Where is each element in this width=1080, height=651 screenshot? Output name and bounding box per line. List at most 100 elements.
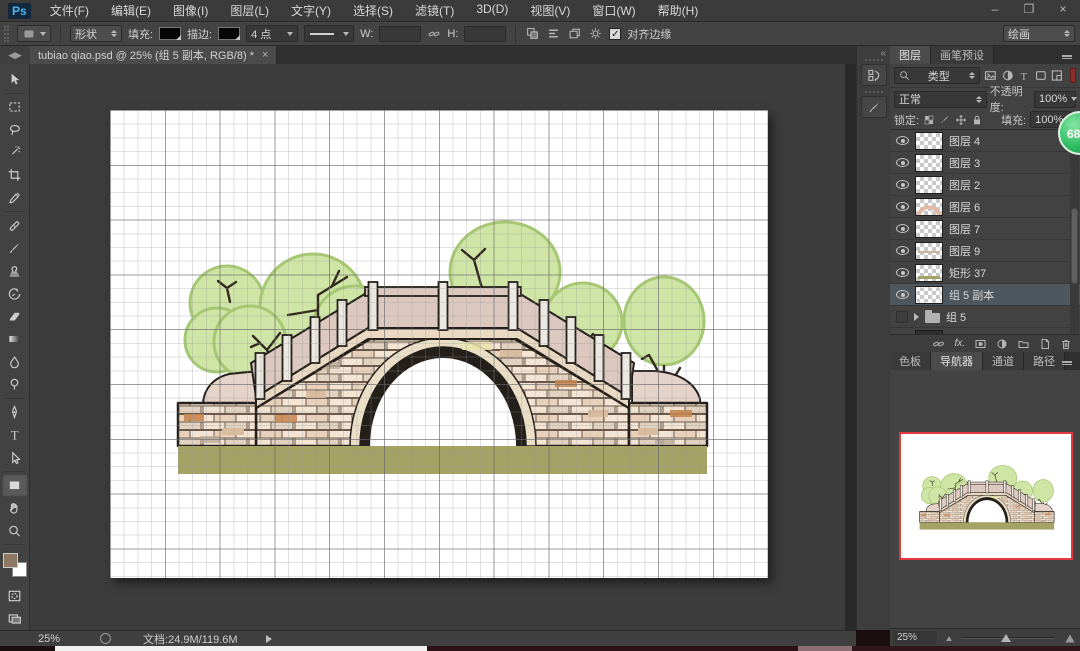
- lock-position-icon[interactable]: [955, 114, 967, 126]
- rectangle-tool[interactable]: [2, 474, 28, 497]
- layer-visibility-eye-icon[interactable]: [896, 136, 909, 145]
- layer-filter-type-select[interactable]: 类型: [894, 67, 980, 84]
- layer-row-2[interactable]: 图层 2: [890, 174, 1080, 196]
- blur-tool[interactable]: [2, 350, 28, 373]
- layer-visibility-eye-icon[interactable]: [896, 202, 909, 211]
- layer-thumbnail[interactable]: [915, 242, 943, 260]
- filter-shape-layers-icon[interactable]: [1034, 69, 1048, 82]
- slider-thumb[interactable]: [1001, 634, 1011, 642]
- eyedropper-tool[interactable]: [2, 187, 28, 210]
- layer-visibility-eye-icon[interactable]: [896, 158, 909, 167]
- stroke-width-select[interactable]: 4 点: [246, 25, 298, 42]
- minimize-button[interactable]: –: [984, 2, 1006, 16]
- tab-paths[interactable]: 路径: [1024, 352, 1065, 370]
- layer-row-4[interactable]: 图层 7: [890, 218, 1080, 240]
- brush-tool[interactable]: [2, 237, 28, 260]
- layer-mask-icon[interactable]: [974, 338, 987, 350]
- quick-mask-button[interactable]: [2, 585, 28, 608]
- history-brush-tool[interactable]: [2, 282, 28, 305]
- layer-visibility-eye-icon[interactable]: [896, 180, 909, 189]
- menu-item-10[interactable]: 帮助(H): [649, 0, 708, 21]
- lock-pixels-icon[interactable]: [939, 114, 951, 126]
- menu-item-8[interactable]: 视图(V): [521, 0, 579, 21]
- layer-thumbnail[interactable]: [915, 220, 943, 238]
- tab-navigator[interactable]: 导航器: [931, 352, 983, 370]
- tab-brush-presets[interactable]: 画笔预设: [931, 46, 994, 64]
- path-selection-tool[interactable]: [2, 446, 28, 469]
- screen-mode-button[interactable]: [2, 607, 28, 630]
- layer-style-icon[interactable]: fx.: [954, 338, 965, 349]
- layer-row-6[interactable]: 矩形 37: [890, 262, 1080, 284]
- path-arrangement-icon[interactable]: [567, 27, 582, 40]
- lock-all-icon[interactable]: [971, 114, 983, 126]
- lasso-tool[interactable]: [2, 118, 28, 141]
- tool-mode-select[interactable]: 形状: [70, 25, 122, 42]
- filter-toggle[interactable]: [1070, 68, 1076, 83]
- layer-row-8[interactable]: 组 5: [890, 306, 1080, 328]
- filter-adjustment-layers-icon[interactable]: [1001, 69, 1015, 82]
- layers-scrollbar[interactable]: [1070, 130, 1079, 334]
- align-edges-checkbox[interactable]: ✓: [609, 28, 621, 40]
- menu-item-3[interactable]: 图层(L): [221, 0, 278, 21]
- navigator-preview[interactable]: [899, 432, 1073, 560]
- filter-pixel-layers-icon[interactable]: [983, 69, 998, 82]
- tab-swatches[interactable]: 色板: [890, 352, 931, 370]
- layer-visibility-eye-icon[interactable]: [896, 290, 909, 299]
- menu-item-7[interactable]: 3D(D): [467, 0, 517, 21]
- layer-visibility-eye-icon[interactable]: [896, 268, 909, 277]
- panel-menu-icon[interactable]: [1062, 50, 1076, 62]
- menu-item-6[interactable]: 滤镜(T): [406, 0, 463, 21]
- menu-item-4[interactable]: 文字(Y): [282, 0, 340, 21]
- layer-visibility-eye-icon[interactable]: [896, 246, 909, 255]
- filter-smart-object-icon[interactable]: [1050, 69, 1064, 82]
- tool-preset-picker[interactable]: [17, 25, 51, 42]
- zoom-out-icon[interactable]: [946, 636, 952, 641]
- document-tab[interactable]: tubiao qiao.psd @ 25% (组 5 副本, RGB/8) * …: [30, 46, 277, 64]
- blend-mode-select[interactable]: 正常: [894, 91, 987, 108]
- new-group-icon[interactable]: [1017, 338, 1030, 350]
- gear-icon[interactable]: [588, 27, 603, 40]
- navigator-zoom-slider[interactable]: [943, 631, 1074, 645]
- options-grip[interactable]: [4, 26, 9, 42]
- type-tool[interactable]: T: [2, 424, 28, 447]
- filter-type-layers-icon[interactable]: T: [1018, 69, 1031, 82]
- stroke-color-swatch[interactable]: [218, 27, 240, 40]
- panel-menu-icon[interactable]: [1062, 356, 1076, 368]
- path-operations-icon[interactable]: [525, 27, 540, 40]
- marquee-tool[interactable]: [2, 96, 28, 119]
- delete-layer-icon[interactable]: [1060, 338, 1072, 350]
- magic-wand-tool[interactable]: [2, 141, 28, 164]
- menu-item-0[interactable]: 文件(F): [41, 0, 98, 21]
- navigator-zoom-field[interactable]: 25%: [893, 631, 937, 645]
- move-tool[interactable]: [2, 68, 28, 91]
- tab-layers[interactable]: 图层: [890, 46, 931, 64]
- layer-thumbnail[interactable]: [915, 176, 943, 194]
- foreground-color-swatch[interactable]: [3, 553, 18, 568]
- layer-thumbnail[interactable]: [915, 154, 943, 172]
- eraser-tool[interactable]: [2, 305, 28, 328]
- layer-row-9[interactable]: [890, 328, 1080, 334]
- path-alignment-icon[interactable]: [546, 27, 561, 40]
- layer-row-5[interactable]: 图层 9: [890, 240, 1080, 262]
- gradient-tool[interactable]: [2, 328, 28, 351]
- pen-tool[interactable]: [2, 401, 28, 424]
- artboard[interactable]: [110, 110, 768, 578]
- zoom-in-icon[interactable]: [1065, 634, 1074, 642]
- layer-row-7[interactable]: 组 5 副本: [890, 284, 1080, 306]
- stroke-type-select[interactable]: [304, 25, 354, 42]
- hand-tool[interactable]: [2, 497, 28, 520]
- layer-row-1[interactable]: 图层 3: [890, 152, 1080, 174]
- menu-item-1[interactable]: 编辑(E): [102, 0, 160, 21]
- layer-thumbnail[interactable]: [915, 198, 943, 216]
- layer-thumbnail[interactable]: [915, 330, 943, 335]
- history-panel-button[interactable]: [861, 64, 887, 86]
- layer-row-0[interactable]: 图层 4: [890, 130, 1080, 152]
- shape-height-input[interactable]: [464, 26, 506, 42]
- layer-visibility-eye-icon[interactable]: [896, 224, 909, 233]
- new-layer-icon[interactable]: [1039, 338, 1051, 350]
- crop-tool[interactable]: [2, 164, 28, 187]
- workspace-switcher[interactable]: 绘画: [1003, 25, 1075, 42]
- group-expand-icon[interactable]: [914, 313, 919, 321]
- adjustment-layer-icon[interactable]: [996, 338, 1008, 350]
- zoom-tool[interactable]: [2, 519, 28, 542]
